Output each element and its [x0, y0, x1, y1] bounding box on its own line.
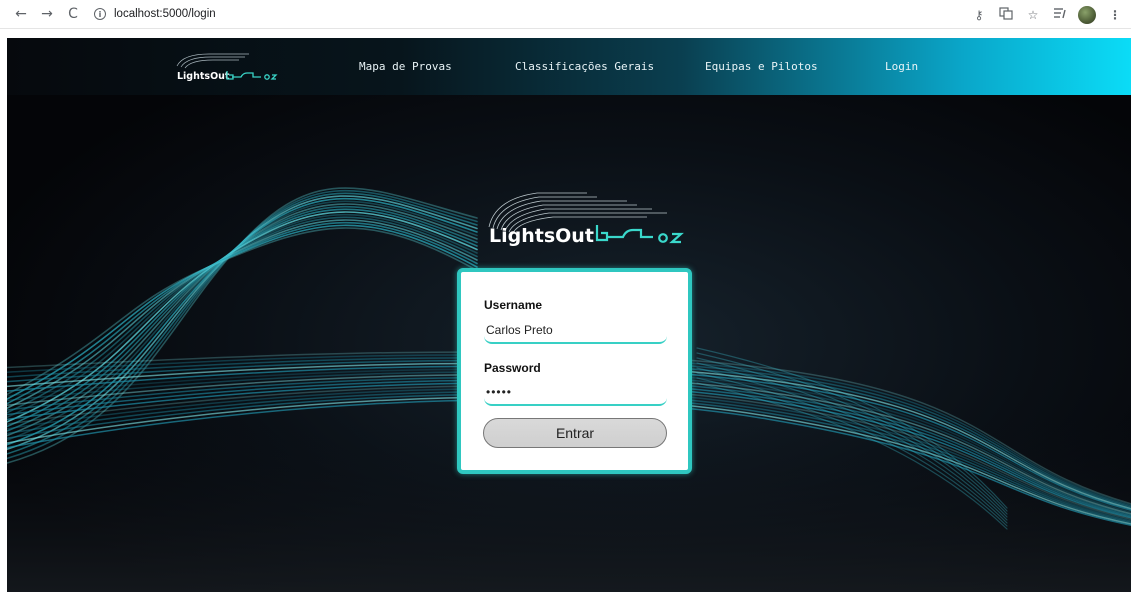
nav-link-mapa-de-provas[interactable]: Mapa de Provas: [359, 60, 452, 73]
info-icon[interactable]: i: [94, 8, 106, 20]
address-bar[interactable]: i localhost:5000/login: [94, 3, 216, 25]
page: LightsOut Mapa de Provas Classificações …: [7, 38, 1131, 592]
site-navbar: LightsOut Mapa de Provas Classificações …: [7, 38, 1131, 95]
nav-logo-text: LightsOut: [177, 71, 230, 82]
username-input[interactable]: [484, 316, 667, 344]
nav-link-equipas-e-pilotos[interactable]: Equipas e Pilotos: [705, 60, 818, 73]
browser-toolbar: ← → C i localhost:5000/login ⚷ ☆ ⋮: [0, 0, 1131, 29]
url-text: localhost:5000/login: [114, 8, 216, 20]
login-logo-text: LightsOut: [489, 225, 594, 247]
translate-icon[interactable]: [998, 6, 1014, 23]
menu-icon[interactable]: ⋮: [1107, 8, 1123, 22]
back-button[interactable]: ←: [12, 5, 30, 23]
browser-actions: ⚷ ☆ ⋮: [960, 0, 1123, 29]
login-form: Username Password Entrar: [457, 268, 692, 474]
lightsout-logo[interactable]: LightsOut: [169, 46, 281, 86]
password-input[interactable]: [484, 378, 667, 406]
forward-button[interactable]: →: [38, 5, 56, 23]
login-logo: LightsOut: [488, 192, 684, 247]
reading-list-icon[interactable]: [1052, 7, 1068, 22]
entrar-button[interactable]: Entrar: [483, 418, 667, 448]
password-label: Password: [484, 361, 541, 375]
star-icon[interactable]: ☆: [1025, 8, 1041, 22]
profile-avatar[interactable]: [1078, 5, 1096, 24]
username-label: Username: [484, 298, 543, 312]
nav-link-login[interactable]: Login: [885, 60, 918, 73]
reload-button[interactable]: C: [64, 5, 82, 23]
nav-link-classificacoes-gerais[interactable]: Classificações Gerais: [515, 60, 654, 73]
key-icon[interactable]: ⚷: [971, 8, 987, 22]
